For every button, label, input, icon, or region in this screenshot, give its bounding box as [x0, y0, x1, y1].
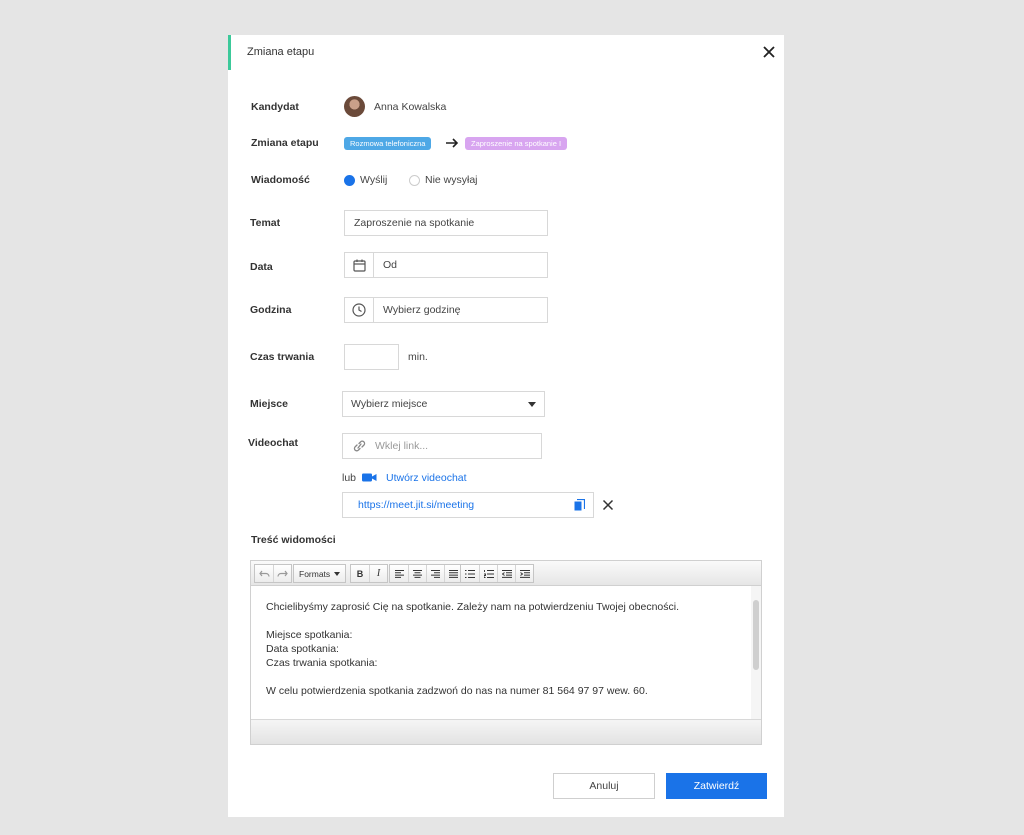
numbered-list-icon[interactable]: [479, 565, 497, 582]
clock-button[interactable]: [344, 297, 373, 323]
stage-change-modal: Zmiana etapu Kandydat Anna Kowalska Zmia…: [228, 35, 784, 817]
close-icon[interactable]: [761, 44, 777, 60]
editor-line: Miejsce spotkania:: [266, 629, 353, 641]
copy-icon[interactable]: [574, 499, 585, 512]
place-label: Miejsce: [250, 398, 288, 410]
list-group: [460, 564, 534, 583]
date-label: Data: [250, 261, 273, 273]
stage-to-badge: Zaproszenie na spotkanie I: [465, 137, 568, 150]
editor-content[interactable]: Chcielibyśmy zaprosić Cię na spotkanie. …: [251, 586, 751, 719]
videochat-link-input[interactable]: Wklej link...: [342, 433, 542, 459]
editor-statusbar: [251, 719, 761, 744]
duration-label: Czas trwania: [250, 351, 315, 363]
align-left-icon[interactable]: [390, 565, 408, 582]
history-group: [254, 564, 292, 583]
time-label: Godzina: [250, 304, 292, 316]
date-input[interactable]: Od: [373, 252, 548, 278]
align-right-icon[interactable]: [426, 565, 444, 582]
editor-line: W celu potwierdzenia spotkania zadzwoń d…: [266, 685, 648, 697]
editor-toolbar: Formats B I: [251, 561, 761, 586]
editor-line: Czas trwania spotkania:: [266, 657, 378, 669]
bold-button[interactable]: B: [351, 565, 369, 582]
stage-from-badge: Rozmowa telefoniczna: [344, 137, 432, 150]
calendar-icon: [352, 259, 366, 272]
outdent-icon[interactable]: [497, 565, 515, 582]
text-style-group: B I: [350, 564, 388, 583]
cancel-button[interactable]: Anuluj: [553, 773, 655, 799]
editor-line: [266, 614, 736, 628]
modal-title: Zmiana etapu: [247, 46, 315, 58]
candidate-label: Kandydat: [251, 101, 299, 113]
or-text: lub: [342, 472, 357, 484]
subject-input[interactable]: Zaproszenie na spotkanie: [344, 210, 548, 236]
confirm-button[interactable]: Zatwierdź: [666, 773, 767, 799]
align-group: [389, 564, 463, 583]
video-camera-icon[interactable]: [362, 472, 377, 483]
duration-input[interactable]: [344, 344, 399, 370]
duration-unit: min.: [408, 351, 428, 363]
align-center-icon[interactable]: [408, 565, 426, 582]
videochat-placeholder: Wklej link...: [375, 440, 429, 452]
arrow-right-icon: [446, 138, 459, 148]
undo-icon[interactable]: [255, 565, 273, 582]
create-videochat-link[interactable]: Utwórz videochat: [386, 472, 467, 484]
dont-send-radio-label[interactable]: Nie wysyłaj: [425, 174, 478, 186]
send-radio-label[interactable]: Wyślij: [360, 174, 387, 186]
rich-text-editor: Formats B I Chcielibyśmy zaprosić Cię na…: [250, 560, 762, 745]
editor-line: Data spotkania:: [266, 643, 339, 655]
redo-icon[interactable]: [273, 565, 291, 582]
content-label: Treść widomości: [251, 534, 336, 546]
modal-header: Zmiana etapu: [228, 35, 784, 70]
place-select-value: Wybierz miejsce: [351, 398, 428, 410]
remove-url-icon[interactable]: [602, 499, 614, 511]
calendar-button[interactable]: [344, 252, 373, 278]
formats-dropdown[interactable]: Formats: [293, 564, 347, 583]
clock-icon: [352, 303, 366, 317]
time-input[interactable]: Wybierz godzinę: [373, 297, 548, 323]
subject-label: Temat: [250, 217, 281, 229]
message-label: Wiadomość: [251, 174, 310, 186]
place-select[interactable]: Wybierz miejsce: [342, 391, 545, 417]
stage-label: Zmiana etapu: [251, 137, 319, 149]
indent-icon[interactable]: [515, 565, 533, 582]
videochat-url[interactable]: https://meet.jit.si/meeting: [358, 499, 474, 511]
avatar: [344, 96, 365, 117]
scroll-thumb[interactable]: [753, 600, 759, 670]
editor-line: [266, 670, 736, 684]
candidate-name: Anna Kowalska: [374, 101, 447, 113]
bullet-list-icon[interactable]: [461, 565, 479, 582]
dont-send-radio[interactable]: [409, 175, 420, 186]
send-radio[interactable]: [344, 175, 355, 186]
videochat-label: Videochat: [248, 437, 298, 449]
editor-line: Chcielibyśmy zaprosić Cię na spotkanie. …: [266, 601, 680, 613]
formats-label: Formats: [299, 568, 331, 579]
editor-scrollbar[interactable]: [751, 586, 761, 719]
videochat-url-field[interactable]: https://meet.jit.si/meeting: [342, 492, 594, 518]
chevron-down-icon: [334, 571, 341, 576]
chevron-down-icon: [528, 402, 536, 407]
italic-button[interactable]: I: [369, 565, 387, 582]
link-icon: [353, 440, 366, 452]
